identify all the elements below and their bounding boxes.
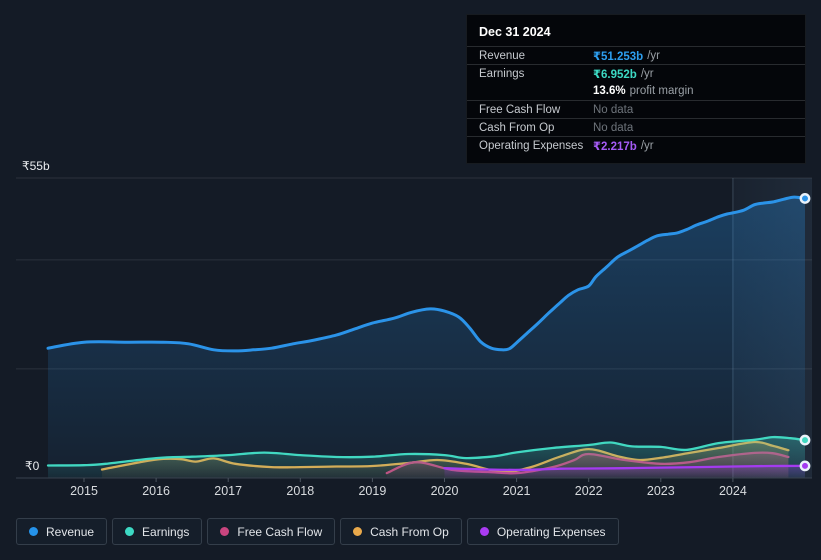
legend-item-revenue[interactable]: Revenue — [16, 518, 108, 545]
x-axis-label-2015: 2015 — [70, 484, 98, 498]
tooltip-row-value: ₹6.952b — [593, 68, 637, 81]
legend-item-label: Operating Expenses — [496, 524, 606, 539]
revenue-end-marker[interactable] — [799, 193, 811, 204]
legend-item-label: Cash From Op — [370, 524, 449, 539]
x-axis-label-2024: 2024 — [718, 484, 747, 498]
tooltip-row-value: No data — [593, 103, 634, 116]
x-axis-label-2022: 2022 — [574, 484, 603, 498]
tooltip-row-label: Earnings — [479, 67, 525, 80]
x-axis-label-2020: 2020 — [430, 484, 459, 498]
tooltip-row-earnings: Earnings ₹6.952b/yr — [467, 64, 805, 82]
revenue-legend-dot-icon — [29, 527, 38, 536]
earnings-end-marker[interactable] — [799, 434, 811, 446]
tooltip-row-value: ₹2.217b — [593, 141, 637, 154]
chart-tooltip: Dec 31 2024 Revenue ₹51.253b/yr Earnings ₹6… — [466, 14, 806, 164]
page: { "background": "#141B26", "tooltip": { … — [0, 0, 821, 560]
tooltip-row-suffix: /yr — [640, 67, 654, 80]
x-axis-label-2019: 2019 — [358, 484, 387, 498]
tooltip-row-suffix: /yr — [640, 140, 654, 153]
legend-item-earnings[interactable]: Earnings — [112, 518, 203, 545]
tooltip-row-value: No data — [593, 121, 634, 134]
tooltip-row-value: ₹51.253b — [593, 50, 644, 63]
x-axis-label-2017: 2017 — [214, 484, 243, 498]
tooltip-date: Dec 31 2024 — [467, 20, 805, 47]
x-axis-label-2023: 2023 — [646, 484, 675, 498]
earnings-legend-dot-icon — [125, 527, 135, 536]
legend-item-label: Earnings — [142, 524, 190, 539]
tooltip-row-label: Cash From Op — [479, 121, 555, 134]
tooltip-row-profit-margin: 13.6% profit margin — [467, 83, 805, 100]
legend-item-cash-from-op[interactable]: Cash From Op — [340, 518, 462, 545]
legend-item-label: Revenue — [46, 524, 95, 539]
y-axis-zero-label: ₹0 — [21, 458, 44, 475]
tooltip-row-operating-expenses: Operating Expenses ₹2.217b/yr — [467, 136, 805, 154]
cash-from-op-legend-dot-icon — [353, 527, 363, 536]
tooltip-row-suffix: profit margin — [629, 85, 694, 98]
chart-legend: Revenue Earnings Free Cash Flow Cash From O… — [16, 518, 619, 545]
y-axis-max-label: ₹55b — [22, 159, 50, 173]
tooltip-row-label: Revenue — [479, 49, 526, 62]
tooltip-row-revenue: Revenue ₹51.253b/yr — [467, 47, 805, 64]
legend-item-free-cash-flow[interactable]: Free Cash Flow — [207, 518, 336, 545]
tooltip-row-free-cash-flow: Free Cash Flow No data — [467, 99, 805, 118]
x-axis-label-2016: 2016 — [142, 484, 170, 498]
operating-expenses-end-marker[interactable] — [799, 460, 811, 472]
free-cash-flow-legend-dot-icon — [220, 527, 230, 536]
legend-item-label: Free Cash Flow — [237, 524, 323, 539]
tooltip-row-label: Operating Expenses — [479, 140, 584, 153]
revenue-area — [48, 197, 805, 478]
operating-expenses-legend-dot-icon — [479, 527, 489, 536]
x-axis-label-2021: 2021 — [502, 484, 531, 498]
legend-item-operating-expenses[interactable]: Operating Expenses — [466, 518, 619, 545]
tooltip-row-cash-from-op: Cash From Op No data — [467, 118, 805, 136]
tooltip-row-suffix: /yr — [647, 49, 660, 62]
tooltip-row-value: 13.6% — [593, 85, 626, 98]
x-axis-label-2018: 2018 — [286, 484, 315, 498]
tooltip-row-label: Free Cash Flow — [479, 103, 561, 116]
